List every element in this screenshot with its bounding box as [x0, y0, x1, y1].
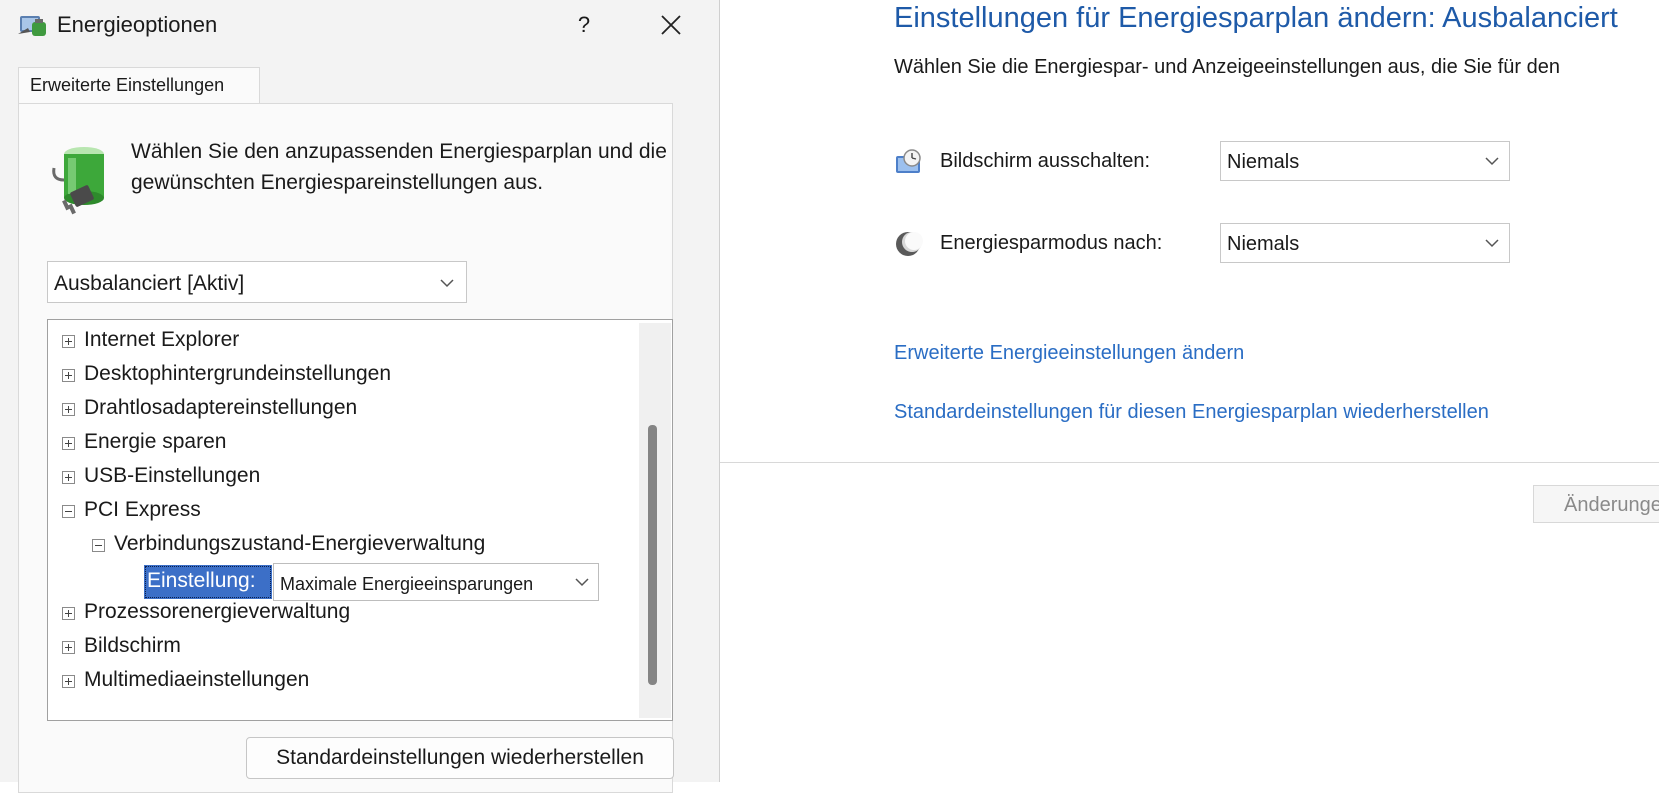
tree-item-label: Drahtlosadaptereinstellungen — [84, 396, 358, 419]
expand-icon[interactable] — [62, 675, 75, 688]
save-changes-button[interactable]: Änderungen speichern — [1533, 485, 1659, 523]
page-title: Einstellungen für Energiesparplan ändern… — [894, 2, 1618, 34]
sleep-moon-icon — [896, 232, 923, 256]
tree-item-label: Internet Explorer — [84, 328, 240, 351]
power-plan-value: Ausbalanciert [Aktiv] — [54, 272, 245, 295]
tree-item-label: Multimediaeinstellungen — [84, 668, 310, 691]
setting-value: Maximale Energieeinsparungen — [280, 574, 534, 594]
chevron-down-icon — [1485, 239, 1499, 248]
sleep-select[interactable]: Niemals — [1220, 223, 1510, 263]
power-plan-select[interactable]: Ausbalanciert [Aktiv] — [47, 261, 467, 303]
monitor-clock-icon — [896, 149, 921, 173]
instruction-text: Wählen Sie den anzupassenden Energiespar… — [131, 140, 667, 194]
expand-icon[interactable] — [62, 335, 75, 348]
dialog-title: Energieoptionen — [57, 12, 218, 37]
display-off-label: Bildschirm ausschalten: — [940, 150, 1151, 172]
display-off-select[interactable]: Niemals — [1220, 141, 1510, 181]
display-off-value: Niemals — [1227, 151, 1300, 173]
divider — [720, 462, 1659, 463]
tree-item-label: USB-Einstellungen — [84, 464, 261, 487]
power-options-dialog: Energieoptionen ? Erweiterte Einstellung… — [0, 0, 720, 793]
tree-item-label: Prozessorenergieverwaltung — [84, 600, 351, 623]
expand-icon[interactable] — [62, 607, 75, 620]
expand-icon[interactable] — [62, 369, 75, 382]
setting-label: Einstellung: — [144, 565, 272, 599]
collapse-icon[interactable] — [62, 505, 75, 518]
tree-scrollbar-thumb[interactable] — [648, 425, 657, 685]
help-icon[interactable]: ? — [573, 8, 595, 42]
expand-icon[interactable] — [62, 403, 75, 416]
sleep-value: Niemals — [1227, 233, 1300, 255]
expand-icon[interactable] — [62, 641, 75, 654]
tree-item-label: Bildschirm — [84, 634, 181, 657]
collapse-icon[interactable] — [92, 539, 105, 552]
restore-plan-defaults-link[interactable]: Standardeinstellungen für diesen Energie… — [894, 401, 1489, 424]
chevron-down-icon — [440, 279, 454, 288]
expand-icon[interactable] — [62, 437, 75, 450]
battery-plug-icon — [52, 147, 104, 215]
restore-defaults-button[interactable]: Standardeinstellungen wiederherstellen — [246, 737, 674, 779]
expand-icon[interactable] — [62, 471, 75, 484]
close-icon[interactable] — [656, 10, 686, 40]
sleep-label: Energiesparmodus nach: — [940, 232, 1163, 254]
tree-item-label: Desktophintergrundeinstellungen — [84, 362, 392, 385]
tab-advanced-settings[interactable]: Erweiterte Einstellungen — [18, 67, 260, 104]
tree-item-label: PCI Express — [84, 498, 201, 521]
title-bar[interactable]: Energieoptionen ? — [0, 0, 720, 50]
tree-item-label: Verbindungszustand-Energieverwaltung — [114, 532, 486, 555]
chevron-down-icon — [1485, 157, 1499, 166]
tree-item-label: Energie sparen — [84, 430, 227, 453]
advanced-settings-link[interactable]: Erweiterte Energieeinstellungen ändern — [894, 342, 1244, 365]
setting-value-select[interactable]: Maximale Energieeinsparungen — [273, 563, 599, 601]
power-options-icon — [18, 16, 46, 36]
chevron-down-icon — [575, 578, 589, 587]
page-description: Wählen Sie die Energiespar- und Anzeigee… — [894, 56, 1560, 78]
